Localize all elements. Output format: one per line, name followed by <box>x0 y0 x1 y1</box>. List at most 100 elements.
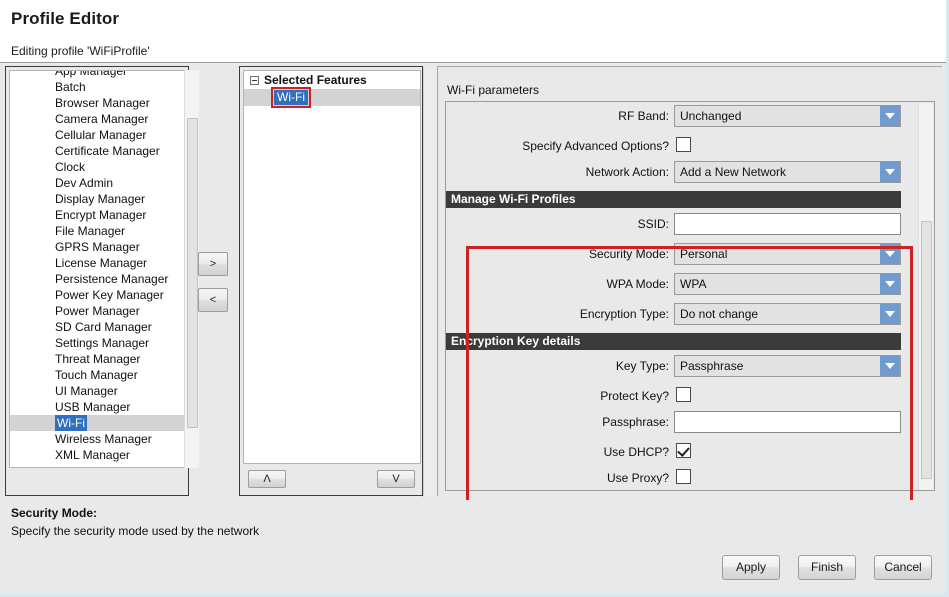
form-row: Use DHCP? <box>446 441 901 466</box>
field-label: Security Mode: <box>589 247 669 261</box>
feature-list-item[interactable]: Clock <box>10 159 186 175</box>
dropdown-security-mode[interactable]: Personal <box>674 243 901 265</box>
feature-list-item[interactable]: Persistence Manager <box>10 271 186 287</box>
feature-list-item-label: Browser Manager <box>55 95 150 111</box>
feature-list-item[interactable]: UI Manager <box>10 383 186 399</box>
feature-list-item[interactable]: XML Manager <box>10 447 186 463</box>
field-label: Network Action: <box>586 165 669 179</box>
scrollbar-thumb[interactable] <box>921 221 932 479</box>
feature-list-item-label: XML Manager <box>55 447 130 463</box>
scrollbar-thumb[interactable] <box>187 118 198 428</box>
field-label: Use DHCP? <box>604 445 669 459</box>
feature-list-item[interactable]: GPRS Manager <box>10 239 186 255</box>
dropdown-value: Personal <box>675 247 880 261</box>
apply-button[interactable]: Apply <box>722 555 780 580</box>
feature-list-item[interactable]: Power Key Manager <box>10 287 186 303</box>
input-ssid[interactable] <box>674 213 901 235</box>
checkbox-use-proxy[interactable] <box>676 469 691 484</box>
dropdown-value: Do not change <box>675 307 880 321</box>
checkbox-specify-advanced-options[interactable] <box>676 137 691 152</box>
help-description: Specify the security mode used by the ne… <box>11 524 259 538</box>
selected-features-tree[interactable]: Selected Features Wi-Fi <box>243 70 421 464</box>
feature-list-item[interactable]: File Manager <box>10 223 186 239</box>
dropdown-rf-band[interactable]: Unchanged <box>674 105 901 127</box>
chevron-down-icon[interactable] <box>880 356 900 376</box>
available-features-list[interactable]: App ManagerBatchBrowser ManagerCamera Ma… <box>9 70 187 468</box>
feature-list-item-label: USB Manager <box>55 399 130 415</box>
feature-list-item-label: Touch Manager <box>55 367 138 383</box>
dropdown-value: Passphrase <box>675 359 880 373</box>
feature-list-item[interactable]: Power Manager <box>10 303 186 319</box>
collapse-toggle-icon[interactable] <box>250 76 259 85</box>
feature-list-item-label: Power Manager <box>55 303 140 319</box>
feature-list-item[interactable]: SD Card Manager <box>10 319 186 335</box>
field-label: RF Band: <box>618 109 669 123</box>
finish-button[interactable]: Finish <box>798 555 856 580</box>
checkbox-use-dhcp[interactable] <box>676 443 691 458</box>
feature-list-item[interactable]: Display Manager <box>10 191 186 207</box>
remove-feature-button[interactable]: < <box>198 288 228 312</box>
form-row: Network Action: Add a New Network <box>446 161 901 186</box>
tree-root-label: Selected Features <box>264 73 367 87</box>
feature-list-item-label: App Manager <box>55 70 127 79</box>
form-row: Use Proxy? <box>446 467 901 491</box>
chevron-down-icon[interactable] <box>880 162 900 182</box>
feature-list-item[interactable]: Wi-Fi <box>10 415 186 431</box>
form-row: SSID: <box>446 213 901 238</box>
section-header: Manage Wi-Fi Profiles <box>446 191 901 208</box>
feature-list-item[interactable]: License Manager <box>10 255 186 271</box>
feature-list-item[interactable]: App Manager <box>10 70 186 79</box>
tree-child-row[interactable]: Wi-Fi <box>244 89 420 106</box>
dropdown-network-action[interactable]: Add a New Network <box>674 161 901 183</box>
form-row: Key Type: Passphrase <box>446 355 901 380</box>
feature-list-item[interactable]: Wireless Manager <box>10 431 186 447</box>
chevron-down-icon[interactable] <box>880 304 900 324</box>
form-row: Encryption Type: Do not change <box>446 303 901 328</box>
dropdown-key-type[interactable]: Passphrase <box>674 355 901 377</box>
input-passphrase[interactable] <box>674 411 901 433</box>
selected-panel-edge-scrollbar[interactable] <box>423 67 438 497</box>
dropdown-encryption-type[interactable]: Do not change <box>674 303 901 325</box>
field-label: WPA Mode: <box>607 277 669 291</box>
feature-list-item-label: SD Card Manager <box>55 319 152 335</box>
wifi-parameters-title: Wi-Fi parameters <box>447 83 539 97</box>
cancel-button[interactable]: Cancel <box>874 555 932 580</box>
move-down-button[interactable]: V <box>377 470 415 488</box>
available-features-scrollbar[interactable] <box>184 70 199 468</box>
chevron-down-icon[interactable] <box>880 274 900 294</box>
feature-list-item[interactable]: USB Manager <box>10 399 186 415</box>
parameters-scrollbar[interactable] <box>918 103 933 491</box>
dropdown-value: Add a New Network <box>675 165 880 179</box>
feature-list-item[interactable]: Touch Manager <box>10 367 186 383</box>
dropdown-value: WPA <box>675 277 880 291</box>
feature-list-item-label: Cellular Manager <box>55 127 146 143</box>
feature-list-item[interactable]: Browser Manager <box>10 95 186 111</box>
feature-list-item[interactable]: Cellular Manager <box>10 127 186 143</box>
feature-list-item[interactable]: Threat Manager <box>10 351 186 367</box>
editor-body: App ManagerBatchBrowser ManagerCamera Ma… <box>0 63 946 594</box>
feature-list-item-label: Encrypt Manager <box>55 207 146 223</box>
field-label: Key Type: <box>616 359 669 373</box>
help-title: Security Mode: <box>11 506 97 520</box>
chevron-down-icon[interactable] <box>880 106 900 126</box>
feature-list-item[interactable]: Certificate Manager <box>10 143 186 159</box>
chevron-down-icon[interactable] <box>880 244 900 264</box>
form-row: RF Band: Unchanged <box>446 105 901 130</box>
feature-list-item[interactable]: Batch <box>10 79 186 95</box>
wifi-parameters-form: RF Band:UnchangedSpecify Advanced Option… <box>445 101 935 491</box>
field-label: Use Proxy? <box>607 471 669 485</box>
feature-list-item[interactable]: Settings Manager <box>10 335 186 351</box>
field-label: Encryption Type: <box>580 307 669 321</box>
available-features-panel: App ManagerBatchBrowser ManagerCamera Ma… <box>5 66 189 496</box>
move-up-button[interactable]: Λ <box>248 470 286 488</box>
tree-root-node[interactable]: Selected Features <box>244 71 420 89</box>
tree-child-label[interactable]: Wi-Fi <box>274 90 308 105</box>
feature-list-item-label: Clock <box>55 159 85 175</box>
feature-list-item[interactable]: Encrypt Manager <box>10 207 186 223</box>
feature-list-item[interactable]: Camera Manager <box>10 111 186 127</box>
add-feature-button[interactable]: > <box>198 252 228 276</box>
dropdown-wpa-mode[interactable]: WPA <box>674 273 901 295</box>
feature-list-item[interactable]: Dev Admin <box>10 175 186 191</box>
checkbox-protect-key[interactable] <box>676 387 691 402</box>
dropdown-value: Unchanged <box>675 109 880 123</box>
